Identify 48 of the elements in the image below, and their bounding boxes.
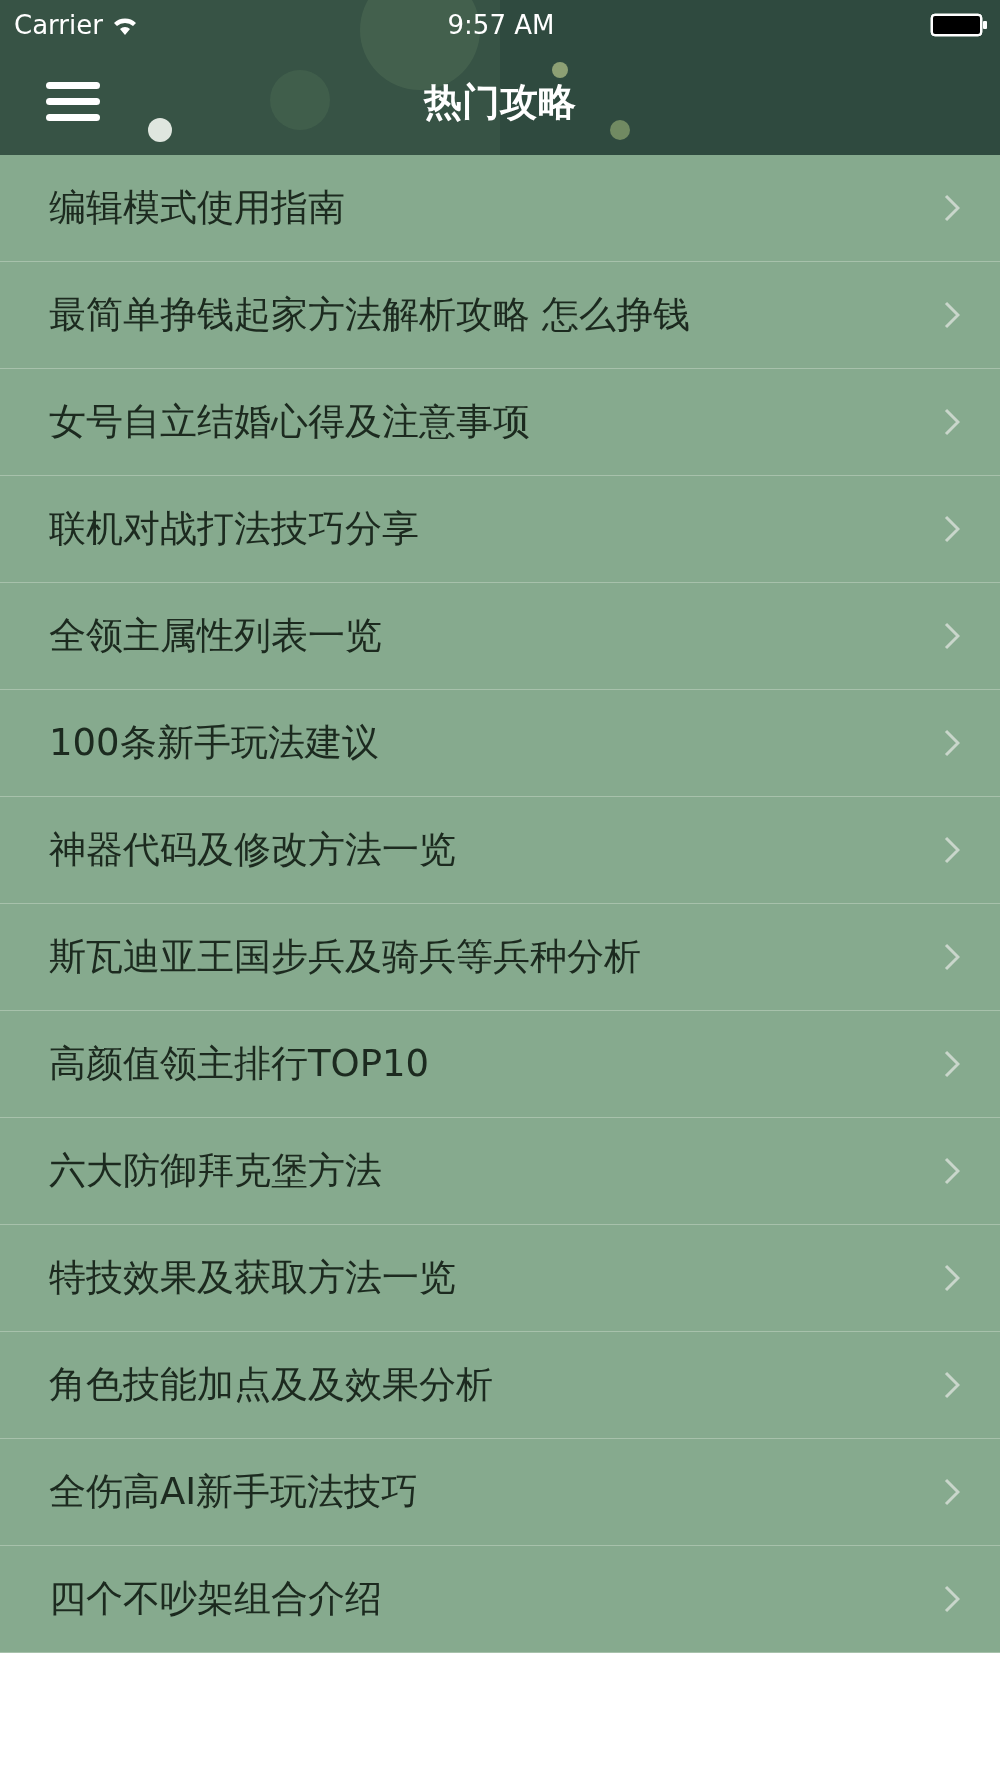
chevron-icon: [944, 1585, 960, 1613]
row-title: 联机对战打法技巧分享: [49, 506, 419, 552]
battery-icon: [930, 13, 988, 37]
list-row[interactable]: 女号自立结婚心得及注意事项: [0, 369, 1000, 476]
chevron-icon: [944, 515, 960, 543]
status-time: 9:57 AM: [447, 10, 555, 40]
chevron-icon: [944, 194, 960, 222]
list-row[interactable]: 六大防御拜克堡方法: [0, 1118, 1000, 1225]
row-title: 全领主属性列表一览: [49, 613, 382, 659]
carrier-name: Carrier: [14, 10, 103, 40]
nav-title: 热门攻略: [424, 79, 576, 126]
row-title: 角色技能加点及及效果分析: [49, 1362, 493, 1408]
list-row[interactable]: 角色技能加点及及效果分析: [0, 1332, 1000, 1439]
chevron-icon: [944, 1478, 960, 1506]
list-row[interactable]: 高颜值领主排行TOP10: [0, 1011, 1000, 1118]
chevron-icon: [944, 301, 960, 329]
list-row[interactable]: 斯瓦迪亚王国步兵及骑兵等兵种分析: [0, 904, 1000, 1011]
list-row[interactable]: 特技效果及获取方法一览: [0, 1225, 1000, 1332]
chevron-icon: [944, 408, 960, 436]
chevron-icon: [944, 1050, 960, 1078]
row-title: 最简单挣钱起家方法解析攻略 怎么挣钱: [49, 292, 690, 338]
menu-icon: [46, 81, 100, 122]
chevron-icon: [944, 1157, 960, 1185]
row-title: 100条新手玩法建议: [49, 720, 379, 766]
chevron-icon: [944, 943, 960, 971]
list-row[interactable]: 全伤高AI新手玩法技巧: [0, 1439, 1000, 1546]
list-row[interactable]: 最简单挣钱起家方法解析攻略 怎么挣钱: [0, 262, 1000, 369]
chevron-icon: [944, 836, 960, 864]
row-title: 六大防御拜克堡方法: [49, 1148, 382, 1194]
list-row[interactable]: 联机对战打法技巧分享: [0, 476, 1000, 583]
menu-button[interactable]: [46, 81, 102, 124]
row-title: 四个不吵架组合介绍: [49, 1576, 382, 1622]
row-title: 女号自立结婚心得及注意事项: [49, 399, 530, 445]
chevron-icon: [944, 729, 960, 757]
list-row[interactable]: 神器代码及修改方法一览: [0, 797, 1000, 904]
list-row[interactable]: 编辑模式使用指南: [0, 155, 1000, 262]
row-title: 高颜值领主排行TOP10: [49, 1041, 430, 1087]
list-row[interactable]: 全领主属性列表一览: [0, 583, 1000, 690]
row-title: 特技效果及获取方法一览: [49, 1255, 456, 1301]
chevron-icon: [944, 1264, 960, 1292]
list-row[interactable]: 100条新手玩法建议: [0, 690, 1000, 797]
row-title: 全伤高AI新手玩法技巧: [49, 1469, 419, 1515]
row-title: 神器代码及修改方法一览: [49, 827, 456, 873]
row-title: 斯瓦迪亚王国步兵及骑兵等兵种分析: [49, 934, 641, 980]
chevron-icon: [944, 622, 960, 650]
row-title: 编辑模式使用指南: [49, 185, 345, 231]
list-row[interactable]: 四个不吵架组合介绍: [0, 1546, 1000, 1653]
chevron-icon: [944, 1371, 960, 1399]
